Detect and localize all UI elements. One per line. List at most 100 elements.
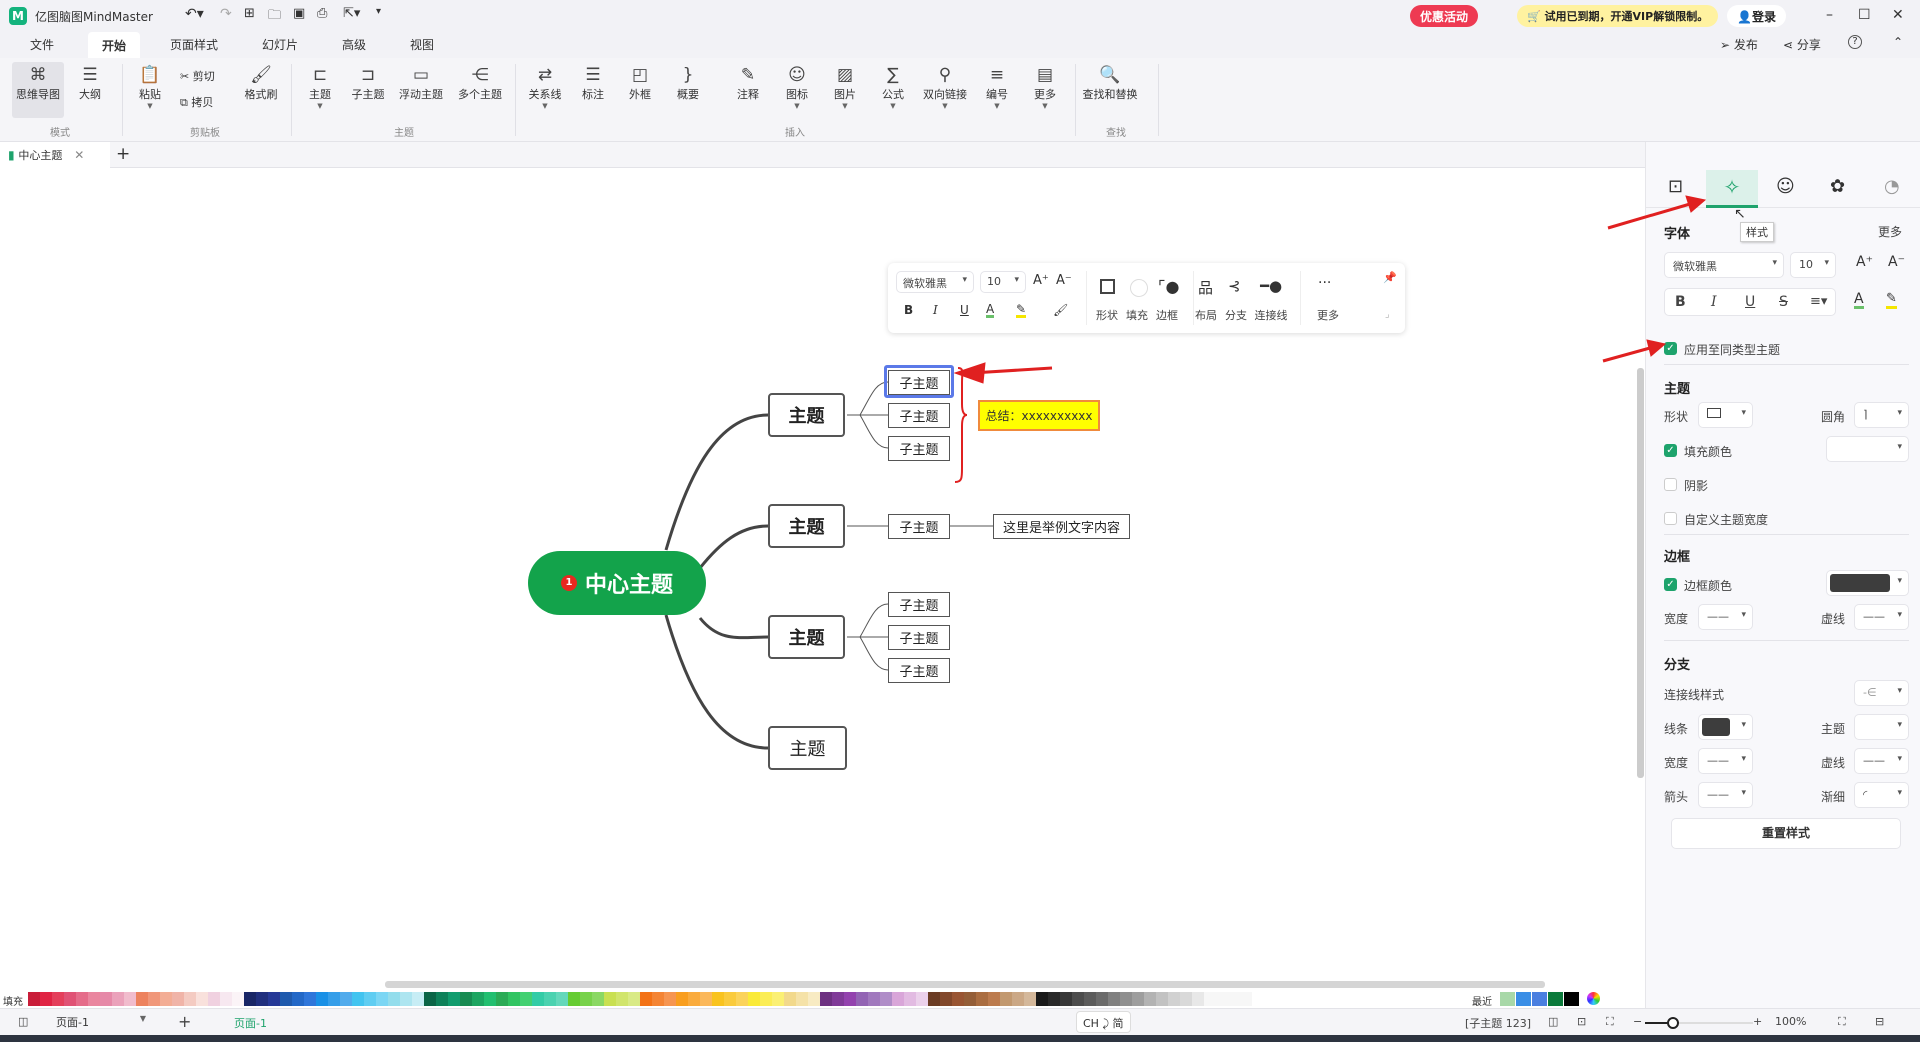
fill-color-checkbox[interactable]: ✓	[1664, 444, 1677, 457]
color-wheel-icon[interactable]	[1587, 992, 1600, 1005]
color-swatch[interactable]	[208, 992, 220, 1006]
ime-indicator[interactable]: CH ⤸ 简	[1076, 1011, 1131, 1033]
color-swatch[interactable]	[424, 992, 436, 1006]
customize-icon[interactable]: ▾	[376, 6, 381, 17]
share-button[interactable]: ⋖ 分享	[1783, 36, 1821, 53]
ribbon-button[interactable]: 🖌 格式刷	[235, 64, 287, 102]
color-swatch[interactable]	[820, 992, 832, 1006]
ribbon-button[interactable]: ⇄ 关系线 ▼	[519, 64, 571, 110]
color-swatch[interactable]	[916, 992, 928, 1006]
taper-select[interactable]: ◜ ▾	[1854, 782, 1909, 808]
color-swatch[interactable]	[520, 992, 532, 1006]
branch-topic-select[interactable]: ▾	[1854, 714, 1909, 740]
zoom-level[interactable]: 100%	[1775, 1015, 1806, 1028]
color-swatch[interactable]	[160, 992, 172, 1006]
font-color-icon[interactable]: A	[986, 303, 995, 318]
color-swatch[interactable]	[352, 992, 364, 1006]
highlight-icon[interactable]: ✎	[1016, 303, 1027, 318]
color-swatch[interactable]	[64, 992, 76, 1006]
color-swatch[interactable]	[664, 992, 676, 1006]
color-swatch[interactable]	[304, 992, 316, 1006]
undo-icon[interactable]: ↶▾	[185, 6, 204, 22]
add-tab-button[interactable]: +	[116, 144, 130, 164]
document-tab[interactable]: ▮ 中心主题 ✕	[0, 142, 110, 168]
color-swatch[interactable]	[652, 992, 664, 1006]
fit-page-icon[interactable]: ⊡	[1577, 1015, 1586, 1028]
cut-button[interactable]: ✂ 剪切	[180, 68, 215, 84]
color-swatch[interactable]	[40, 992, 52, 1006]
tab-page-style[interactable]: 页面样式	[170, 36, 218, 53]
decrease-font-icon[interactable]: A⁻	[1888, 254, 1905, 270]
tab-advanced[interactable]: 高级	[342, 36, 366, 53]
color-swatch[interactable]	[184, 992, 196, 1006]
align-icon[interactable]: ≡▾	[1810, 294, 1827, 309]
color-swatch[interactable]	[376, 992, 388, 1006]
color-swatch[interactable]	[508, 992, 520, 1006]
fit-screen-icon[interactable]: ⛶	[1838, 1015, 1846, 1029]
shape-select[interactable]: ▾	[1698, 402, 1753, 428]
reset-style-button[interactable]: 重置样式	[1671, 818, 1901, 849]
ribbon-button[interactable]: 🔍 查找和替换	[1075, 64, 1145, 102]
color-swatch[interactable]	[496, 992, 508, 1006]
vertical-scrollbar[interactable]	[1637, 368, 1644, 778]
main-topic[interactable]: 主题	[768, 504, 845, 548]
color-swatch[interactable]	[28, 992, 40, 1006]
bold-icon[interactable]: B	[904, 303, 913, 317]
line-color-select[interactable]: ▾	[1698, 714, 1753, 740]
color-swatch[interactable]	[1072, 992, 1084, 1006]
color-swatch[interactable]	[580, 992, 592, 1006]
color-swatch[interactable]	[796, 992, 808, 1006]
color-swatch[interactable]	[1192, 992, 1204, 1006]
color-swatch[interactable]	[544, 992, 556, 1006]
color-swatch[interactable]	[880, 992, 892, 1006]
color-swatch[interactable]	[1180, 992, 1192, 1006]
branch-dash-select[interactable]: —— ▾	[1854, 748, 1909, 774]
highlight-icon[interactable]: ✎	[1886, 292, 1897, 309]
color-swatch[interactable]	[400, 992, 412, 1006]
color-swatch[interactable]	[1120, 992, 1132, 1006]
color-swatch[interactable]	[868, 992, 880, 1006]
color-swatch[interactable]	[364, 992, 376, 1006]
connector-style-select[interactable]: -∈ ▾	[1854, 680, 1909, 706]
close-button[interactable]: ✕	[1892, 7, 1904, 23]
color-swatch[interactable]	[928, 992, 940, 1006]
color-swatch[interactable]	[760, 992, 772, 1006]
border-icon[interactable]: ⌜●	[1158, 277, 1179, 296]
color-swatch[interactable]	[1096, 992, 1108, 1006]
shadow-checkbox[interactable]	[1664, 478, 1677, 491]
font-color-icon[interactable]: A	[1854, 292, 1864, 309]
color-swatch[interactable]	[1000, 992, 1012, 1006]
color-swatch[interactable]	[88, 992, 100, 1006]
save-icon[interactable]: ▣	[293, 6, 305, 21]
color-swatch[interactable]	[316, 992, 328, 1006]
color-swatch[interactable]	[808, 992, 820, 1006]
page-tab[interactable]: 页面-1	[234, 1015, 267, 1031]
color-swatch[interactable]	[412, 992, 424, 1006]
collapse-ribbon-icon[interactable]: ⌃	[1893, 35, 1903, 49]
book-view-icon[interactable]: ◫	[1548, 1015, 1558, 1028]
color-swatch[interactable]	[532, 992, 544, 1006]
color-swatch[interactable]	[556, 992, 568, 1006]
fill-icon[interactable]	[1130, 279, 1148, 297]
arrow-select[interactable]: —— ▾	[1698, 782, 1753, 808]
color-swatch[interactable]	[1204, 992, 1216, 1006]
more-icon[interactable]: ···	[1318, 275, 1331, 291]
ribbon-button[interactable]: ⚲ 双向链接 ▼	[919, 64, 971, 110]
strikethrough-icon[interactable]: S	[1779, 294, 1788, 310]
color-swatch[interactable]	[988, 992, 1000, 1006]
main-topic[interactable]: 主题	[768, 726, 847, 770]
color-swatch[interactable]	[1216, 992, 1228, 1006]
subtopic[interactable]: 子主题	[888, 436, 950, 461]
color-swatch[interactable]	[1156, 992, 1168, 1006]
color-swatch[interactable]	[736, 992, 748, 1006]
color-swatch[interactable]	[1132, 992, 1144, 1006]
recent-color-swatch[interactable]	[1548, 992, 1563, 1006]
tab-file[interactable]: 文件	[30, 36, 54, 53]
color-swatch[interactable]	[148, 992, 160, 1006]
color-swatch[interactable]	[1228, 992, 1240, 1006]
subtopic[interactable]: 子主题	[888, 625, 950, 650]
color-swatch[interactable]	[340, 992, 352, 1006]
subtopic[interactable]: 子主题	[888, 370, 950, 395]
color-swatch[interactable]	[292, 992, 304, 1006]
format-painter-icon[interactable]: 🖌	[1053, 303, 1068, 317]
